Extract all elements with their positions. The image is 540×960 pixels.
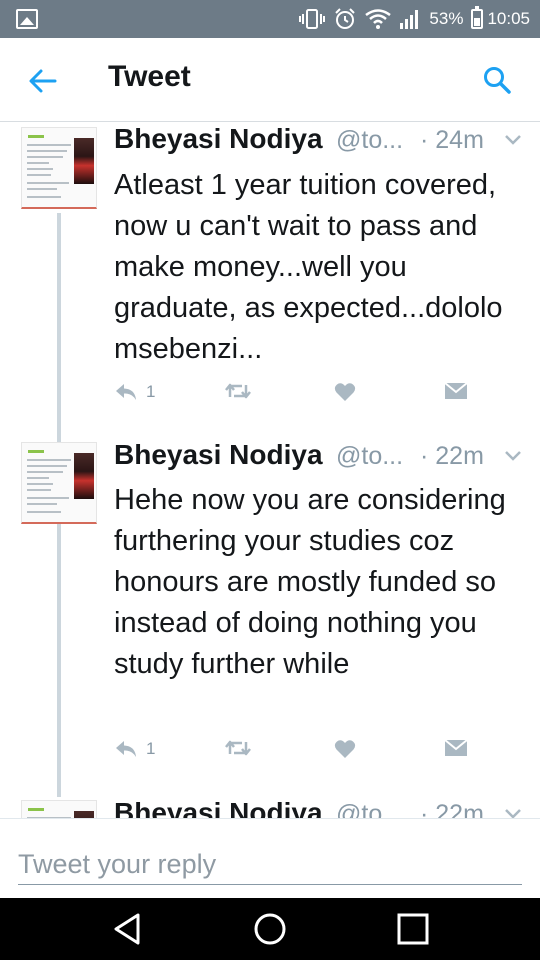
tweet-text: Atleast 1 year tuition covered, now u ca… xyxy=(114,169,503,365)
like-button[interactable] xyxy=(334,739,356,759)
retweet-icon xyxy=(225,383,251,399)
reply-icon xyxy=(116,384,136,400)
reply-button[interactable]: 1 xyxy=(114,739,155,759)
retweet-icon xyxy=(225,740,251,756)
reply-button[interactable]: 1 xyxy=(114,382,155,402)
search-icon[interactable] xyxy=(482,65,512,95)
heart-icon xyxy=(334,383,356,401)
chevron-down-icon[interactable] xyxy=(504,449,522,463)
author-handle[interactable]: @to... xyxy=(336,800,403,818)
tweet-timestamp: · 22m xyxy=(420,442,484,470)
author-name[interactable]: Bheyasi Nodiya xyxy=(114,797,323,818)
battery-percent: 53% xyxy=(429,9,464,28)
alarm-icon xyxy=(335,8,356,29)
direct-message-button[interactable] xyxy=(444,739,468,757)
wifi-icon xyxy=(365,9,392,29)
reply-count: 1 xyxy=(146,739,156,758)
tweet-detail-screen: 53% 10:05 Tweet Bheyasi Nodiya @to... · … xyxy=(0,0,540,960)
chevron-down-icon[interactable] xyxy=(504,807,522,818)
envelope-icon xyxy=(444,382,468,399)
tweet-item[interactable]: Bheyasi Nodiya @to... · 22m xyxy=(0,797,540,818)
tweet-item[interactable]: Bheyasi Nodiya @to... · 24m Atleast 1 ye… xyxy=(0,123,540,437)
avatar[interactable] xyxy=(21,442,97,524)
recents-square-icon[interactable] xyxy=(395,911,431,947)
chevron-down-icon[interactable] xyxy=(504,133,522,147)
heart-icon xyxy=(334,740,356,758)
reply-icon xyxy=(116,741,136,757)
page-title: Tweet xyxy=(108,60,191,93)
envelope-icon xyxy=(444,739,468,756)
author-name[interactable]: Bheyasi Nodiya xyxy=(114,123,323,155)
battery-icon xyxy=(471,6,484,29)
navigation-bar xyxy=(0,898,540,960)
app-header: Tweet xyxy=(0,38,540,122)
back-triangle-icon[interactable] xyxy=(110,911,146,947)
signal-icon xyxy=(400,10,419,29)
tweet-actions: 1 xyxy=(114,739,474,767)
author-name[interactable]: Bheyasi Nodiya xyxy=(114,439,323,471)
reply-input[interactable] xyxy=(18,845,522,885)
avatar[interactable] xyxy=(21,800,97,818)
like-button[interactable] xyxy=(334,382,356,402)
tweet-item[interactable]: Bheyasi Nodiya @to... · 22m Hehe now you… xyxy=(0,439,540,793)
retweet-button[interactable] xyxy=(224,739,252,757)
reply-count: 1 xyxy=(146,382,156,401)
author-handle[interactable]: @to... xyxy=(336,442,403,471)
tweet-text: Hehe now you are considering furthering … xyxy=(114,484,506,680)
author-handle[interactable]: @to... xyxy=(336,126,403,155)
tweet-actions: 1 xyxy=(114,382,474,410)
reply-composer xyxy=(0,818,540,898)
home-circle-icon[interactable] xyxy=(252,911,288,947)
conversation-thread[interactable]: Bheyasi Nodiya @to... · 24m Atleast 1 ye… xyxy=(0,123,540,818)
battery-group: 10:05 xyxy=(471,6,530,29)
status-bar: 53% 10:05 xyxy=(0,0,540,38)
direct-message-button[interactable] xyxy=(444,382,468,400)
tweet-timestamp: · 24m xyxy=(420,126,484,154)
retweet-button[interactable] xyxy=(224,382,252,400)
tweet-timestamp: · 22m xyxy=(420,800,484,818)
clock-time: 10:05 xyxy=(487,9,530,28)
vibrate-icon xyxy=(299,9,326,29)
status-icons: 53% 10:05 xyxy=(299,6,530,31)
arrow-left-icon[interactable] xyxy=(28,66,58,96)
avatar[interactable] xyxy=(21,127,97,209)
gallery-icon xyxy=(16,9,38,29)
